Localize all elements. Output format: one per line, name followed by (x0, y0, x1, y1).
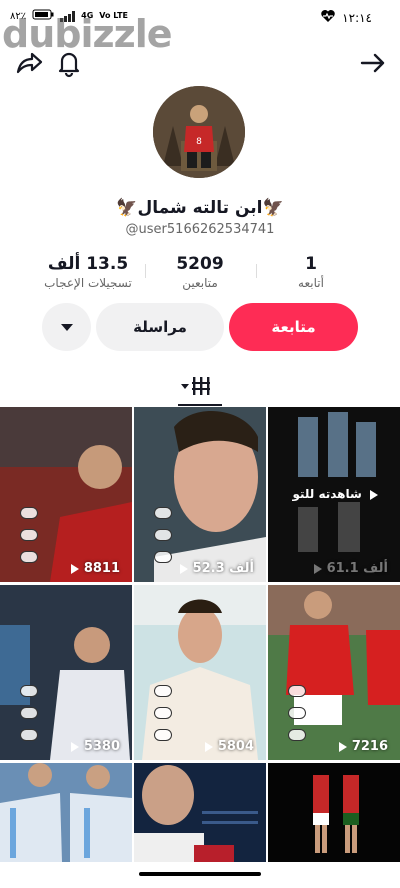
stat-following[interactable]: 1 أتابعه (256, 254, 366, 292)
svg-text:8: 8 (196, 137, 202, 147)
view-count: 52.3 ألف (134, 561, 254, 576)
video-tile[interactable]: 5380 (0, 585, 132, 760)
video-grid: 8811 52.3 ألف شاهدته للتو 61.1 ألف 5380 … (0, 407, 400, 862)
dropdown-triangle-icon (61, 324, 73, 331)
tab-active-indicator (178, 404, 222, 406)
bell-icon[interactable] (54, 48, 84, 78)
share-icon[interactable] (14, 48, 44, 78)
likes-count: 13.5 ألف (47, 254, 129, 274)
avatar[interactable]: 8 (153, 86, 245, 178)
watched-label: شاهدته للتو (292, 487, 378, 501)
video-tile[interactable]: 52.3 ألف (134, 407, 266, 582)
play-icon (339, 741, 348, 752)
video-thumbnail (134, 763, 266, 862)
follow-button[interactable]: متابعة (229, 303, 358, 351)
play-icon (205, 741, 214, 752)
video-tile[interactable]: 7216 (268, 585, 400, 760)
stat-divider (145, 264, 146, 278)
status-right: ١٢:١٤ (320, 9, 372, 26)
play-icon (71, 741, 80, 752)
content-tabs (0, 368, 400, 408)
video-tile[interactable] (268, 763, 400, 862)
play-icon (180, 563, 189, 574)
heart-rate-icon (320, 9, 336, 26)
profile-stats: 1 أتابعه 5209 متابعين 13.5 ألف تسجيلات ا… (0, 254, 400, 294)
following-label: أتابعه (298, 276, 324, 290)
view-count: 7216 (268, 739, 388, 754)
username-handle: @user5166262534741 (125, 222, 275, 237)
stat-followers[interactable]: 5209 متابعين (145, 254, 255, 292)
play-icon (71, 563, 80, 574)
stat-likes[interactable]: 13.5 ألف تسجيلات الإعجاب (33, 254, 143, 292)
view-count: 61.1 ألف (268, 561, 388, 576)
video-tile[interactable] (0, 763, 132, 862)
clock: ١٢:١٤ (342, 10, 372, 25)
more-options-button[interactable] (42, 303, 91, 351)
video-tile[interactable] (134, 763, 266, 862)
video-thumbnail (0, 763, 132, 862)
message-button[interactable]: مراسلة (96, 303, 224, 351)
followers-count: 5209 (176, 254, 224, 274)
stat-divider (256, 264, 257, 278)
play-icon (314, 563, 323, 574)
video-tile[interactable]: 8811 (0, 407, 132, 582)
following-count: 1 (305, 254, 317, 274)
home-indicator[interactable] (139, 872, 261, 876)
play-icon (370, 489, 378, 500)
view-count: 5804 (134, 739, 254, 754)
video-thumbnail (268, 763, 400, 862)
followers-label: متابعين (182, 276, 218, 290)
view-count: 5380 (0, 739, 120, 754)
back-arrow-icon[interactable] (358, 48, 388, 78)
display-name: 🦅ابن تالته شمال🦅 (116, 198, 284, 218)
top-nav (0, 48, 400, 82)
view-count: 8811 (0, 561, 120, 576)
likes-label: تسجيلات الإعجاب (44, 276, 132, 290)
grid-icon[interactable] (180, 374, 220, 398)
video-tile[interactable]: 5804 (134, 585, 266, 760)
video-tile[interactable]: شاهدته للتو 61.1 ألف (268, 407, 400, 582)
